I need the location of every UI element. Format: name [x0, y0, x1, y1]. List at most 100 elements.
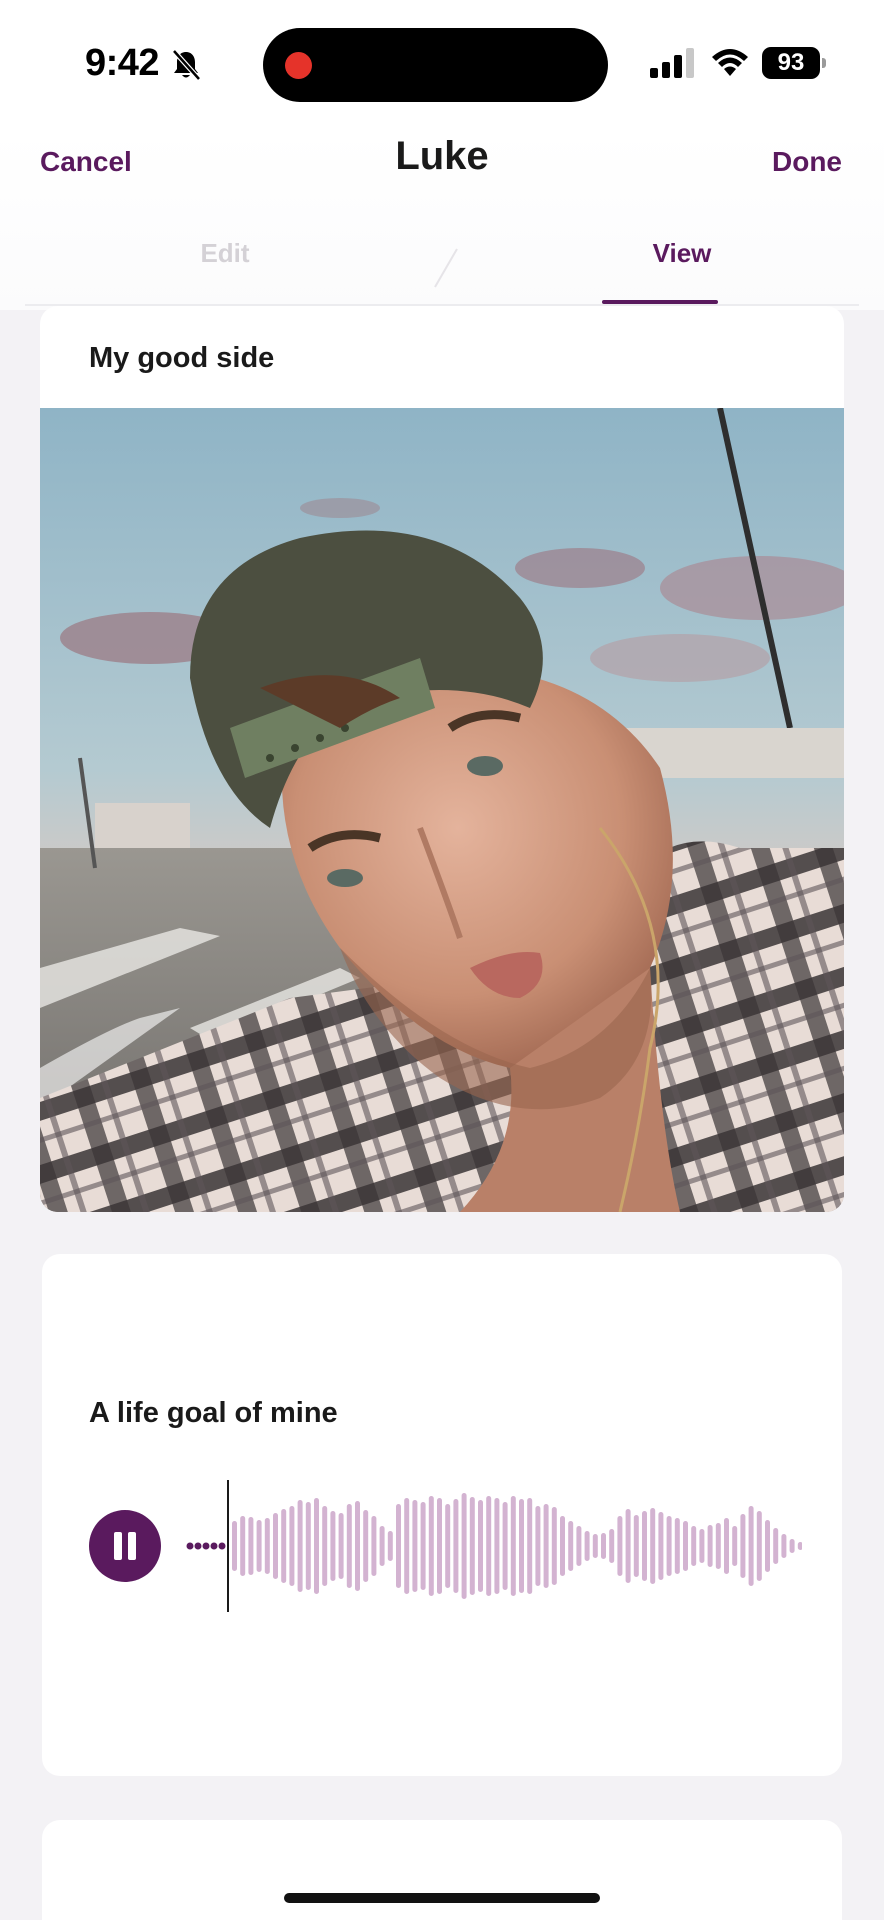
waveform-bar — [387, 1531, 393, 1561]
waveform-bar — [568, 1521, 574, 1571]
waveform-bar — [322, 1506, 328, 1586]
waveform-bar — [305, 1502, 311, 1590]
waveform-bar — [551, 1507, 557, 1585]
waveform-bar — [338, 1513, 344, 1579]
waveform-bar — [576, 1526, 582, 1566]
tab-bar: Edit View — [25, 200, 859, 306]
waveform-bar — [781, 1534, 787, 1558]
waveform-bar — [601, 1533, 606, 1559]
waveform-bar — [502, 1502, 508, 1590]
waveform-bar — [691, 1526, 697, 1566]
signal-icon — [650, 48, 694, 78]
waveform-bar — [724, 1518, 729, 1574]
waveform-bar — [437, 1498, 442, 1594]
waveform-bar — [355, 1501, 360, 1591]
waveform-bar — [256, 1520, 262, 1572]
waveform-bar — [732, 1526, 738, 1566]
waveform-bar — [281, 1509, 287, 1583]
status-time: 9:42 — [85, 42, 160, 84]
waveform-bar — [461, 1493, 467, 1599]
waveform-bar — [273, 1513, 278, 1579]
voice-prompt-card: A life goal of mine — [42, 1254, 842, 1776]
waveform-bar — [683, 1521, 688, 1571]
waveform-bar — [535, 1506, 541, 1586]
waveform-played-dot — [218, 1542, 226, 1550]
waveform-bar — [543, 1504, 549, 1588]
waveform-played-dot — [210, 1542, 218, 1550]
page-title: Luke — [395, 134, 489, 178]
waveform-bar — [469, 1497, 475, 1595]
waveform-bar — [666, 1516, 672, 1576]
waveform-bar — [789, 1539, 795, 1553]
waveform-played-dot — [194, 1542, 202, 1550]
waveform-bar — [748, 1506, 754, 1586]
waveform-bar — [519, 1499, 524, 1593]
waveform-bar — [765, 1520, 770, 1572]
waveform-bar — [297, 1500, 303, 1592]
photo-prompt-title: My good side — [89, 342, 275, 374]
waveform-bar — [707, 1525, 713, 1567]
audio-waveform[interactable] — [182, 1480, 802, 1612]
waveform-bar — [625, 1509, 631, 1583]
waveform-bar — [248, 1517, 254, 1575]
bell-off-icon — [172, 49, 201, 81]
tab-edit[interactable]: Edit — [25, 238, 425, 269]
playhead[interactable] — [227, 1480, 229, 1612]
done-button[interactable]: Done — [772, 146, 842, 178]
waveform-bar — [494, 1498, 500, 1594]
pause-icon-right-bar — [128, 1532, 136, 1560]
pause-button[interactable] — [89, 1510, 161, 1582]
waveform-bar — [314, 1498, 319, 1594]
waveform-bar — [453, 1499, 459, 1593]
tab-divider — [434, 248, 458, 288]
dynamic-island — [263, 28, 608, 102]
waveform-played-dot — [186, 1542, 194, 1550]
waveform-bar — [240, 1516, 246, 1576]
waveform-bar — [584, 1531, 590, 1561]
waveform-bar — [773, 1528, 779, 1564]
battery-level: 93 — [762, 47, 820, 79]
waveform-bar — [428, 1496, 434, 1596]
voice-prompt-title: A life goal of mine — [89, 1397, 338, 1429]
waveform-bar — [715, 1523, 721, 1569]
waveform-bar — [510, 1496, 516, 1596]
waveform-bar — [699, 1529, 705, 1563]
waveform-bar — [478, 1500, 483, 1592]
next-prompt-card — [42, 1820, 842, 1920]
waveform-bar — [445, 1504, 451, 1588]
waveform-bar — [363, 1510, 369, 1582]
waveform-bar — [396, 1504, 401, 1588]
waveform-bar — [642, 1511, 647, 1581]
waveform-bar — [232, 1521, 237, 1571]
waveform-bar — [289, 1506, 295, 1586]
waveform-bar — [560, 1516, 565, 1576]
pause-icon-left-bar — [114, 1532, 122, 1560]
waveform-bar — [264, 1518, 270, 1574]
waveform-bar — [650, 1508, 656, 1584]
profile-photo[interactable] — [40, 408, 844, 1212]
waveform-bar — [756, 1511, 762, 1581]
waveform-bar — [658, 1512, 664, 1580]
photo-prompt-card: My good side — [40, 306, 844, 1212]
waveform-bar — [412, 1500, 418, 1592]
waveform-bar — [617, 1516, 623, 1576]
waveform-bar — [609, 1529, 615, 1563]
waveform-bar — [527, 1498, 533, 1594]
waveform-bar — [420, 1502, 426, 1590]
waveform-bar — [674, 1518, 680, 1574]
battery-icon: 93 — [762, 47, 826, 79]
waveform-bar — [330, 1511, 336, 1581]
waveform-bar — [797, 1542, 802, 1550]
home-indicator — [284, 1893, 600, 1903]
waveform-bar — [486, 1496, 492, 1596]
battery-cap — [822, 58, 826, 68]
waveform-bar — [346, 1504, 352, 1588]
waveform-bar — [740, 1514, 746, 1578]
waveform-bar — [371, 1516, 377, 1576]
tab-view[interactable]: View — [602, 238, 762, 269]
waveform-bar — [592, 1534, 598, 1558]
status-bar: 9:42 93 — [0, 0, 884, 130]
wifi-icon — [712, 49, 748, 76]
waveform-played-dot — [202, 1542, 210, 1550]
waveform-bar — [404, 1498, 410, 1594]
